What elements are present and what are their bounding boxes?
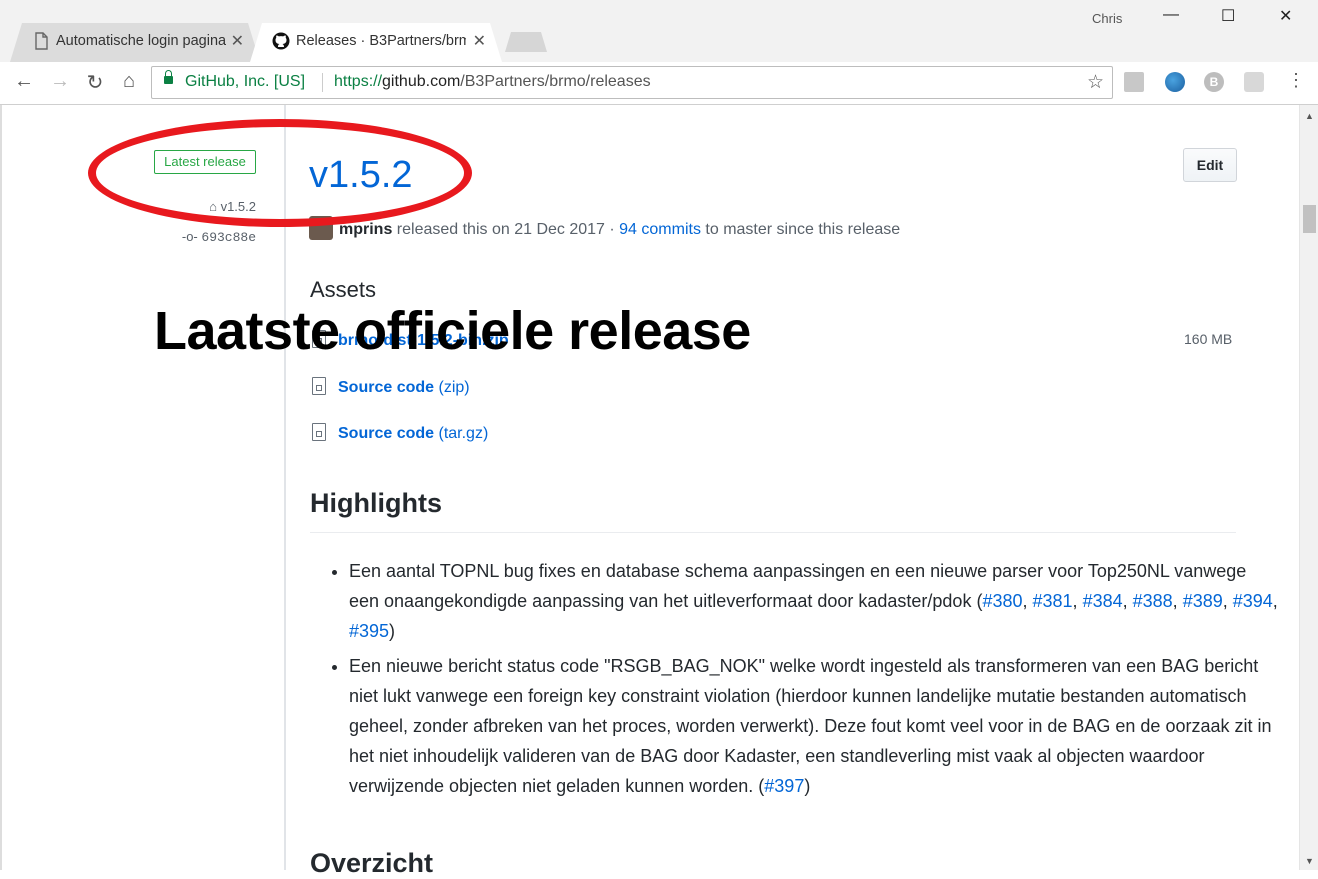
home-icon[interactable]: ⌂ [117,70,141,93]
close-icon[interactable]: ✕ [231,31,244,51]
site-identity[interactable]: GitHub, Inc. [US] [185,73,305,91]
minimize-icon[interactable]: — [1163,6,1179,24]
asset-link-source-targz[interactable]: Source code (tar.gz) [312,423,488,443]
back-icon[interactable]: ← [12,70,36,93]
reload-icon[interactable]: ↻ [83,70,107,95]
issue-link[interactable]: #394 [1233,591,1273,611]
highlights-heading: Highlights [310,488,442,518]
asset-name: Source code [338,379,435,396]
page-edge [0,105,2,870]
issue-link[interactable]: #380 [982,591,1022,611]
next-section-heading: Overzicht [310,848,434,878]
lock-icon [164,70,173,84]
issue-link[interactable]: #384 [1083,591,1123,611]
issue-link[interactable]: #397 [764,776,804,796]
new-tab-button[interactable] [505,32,547,52]
bookmark-star-icon[interactable]: ☆ [1087,71,1104,94]
commit-icon: -o- [181,229,198,244]
url-text[interactable]: https://github.com/B3Partners/brmo/relea… [334,73,651,91]
page-icon [35,32,48,50]
asset-size: 160 MB [1184,331,1233,347]
release-commit[interactable]: -o- 693c88e [182,229,256,245]
annotation-text: Laatste officiele release [154,301,751,361]
tab-automatische-login[interactable]: Automatische login pagina ✕ [10,23,260,62]
issue-link[interactable]: #381 [1033,591,1073,611]
divider [322,73,323,92]
close-icon[interactable]: ✕ [473,31,486,51]
tab-label: Releases · B3Partners/brmo [296,33,466,49]
tab-label: Automatische login pagina [56,33,226,49]
divider [310,532,1236,533]
asset-format: (tar.gz) [438,425,489,442]
forward-icon[interactable]: → [48,70,72,93]
scroll-up-icon[interactable]: ▲ [1305,111,1314,121]
annotation-ellipse [88,119,472,227]
edit-button[interactable]: Edit [1183,148,1237,182]
url-host: github.com [382,73,461,90]
extension-icon[interactable] [1124,72,1144,92]
bullet-text: Een nieuwe bericht status code "RSGB_BAG… [349,656,1272,796]
asset-link-source-zip[interactable]: Source code (zip) [312,377,470,397]
browser-toolbar: ← → ↻ ⌂ GitHub, Inc. [US] https://github… [0,62,1318,105]
cube-extension-icon[interactable] [1244,72,1264,92]
asset-format: (zip) [438,379,470,396]
released-text: released this on 21 Dec 2017 · [392,221,620,238]
url-path: /B3Partners/brmo/releases [460,73,651,90]
scrollbar-thumb[interactable] [1303,205,1316,233]
close-window-icon[interactable]: ✕ [1279,6,1292,26]
globe-extension-icon[interactable] [1165,72,1185,92]
b-extension-icon[interactable]: B [1204,72,1224,92]
asset-name: Source code [338,425,435,442]
release-byline: mprins released this on 21 Dec 2017 · 94… [309,216,900,240]
highlights-list: Een aantal TOPNL bug fixes en database s… [312,556,1279,806]
address-bar[interactable]: GitHub, Inc. [US] https://github.com/B3P… [151,66,1113,99]
zip-file-icon [312,423,326,441]
commits-link[interactable]: 94 commits [619,221,701,238]
list-item: Een nieuwe bericht status code "RSGB_BAG… [349,651,1279,801]
commit-hash: 693c88e [201,230,256,245]
menu-icon[interactable]: ⋮ [1284,70,1308,91]
list-item: Een aantal TOPNL bug fixes en database s… [349,556,1279,646]
scroll-down-icon[interactable]: ▼ [1305,856,1314,866]
browser-titlebar: Automatische login pagina ✕ Releases · B… [0,0,1318,62]
issue-link[interactable]: #389 [1183,591,1223,611]
bullet-end: ) [804,776,811,796]
maximize-icon[interactable]: ☐ [1221,6,1235,26]
issue-link[interactable]: #395 [349,621,389,641]
vertical-scrollbar[interactable]: ▲ ▼ [1299,105,1318,870]
profile-name[interactable]: Chris [1092,11,1122,26]
issue-link[interactable]: #388 [1133,591,1173,611]
zip-file-icon [312,377,326,395]
tab-releases[interactable]: Releases · B3Partners/brmo ✕ [250,23,502,62]
bullet-end: ) [389,621,396,641]
commits-suffix: to master since this release [700,221,901,238]
url-scheme: https:// [334,73,383,90]
github-icon [272,32,290,50]
